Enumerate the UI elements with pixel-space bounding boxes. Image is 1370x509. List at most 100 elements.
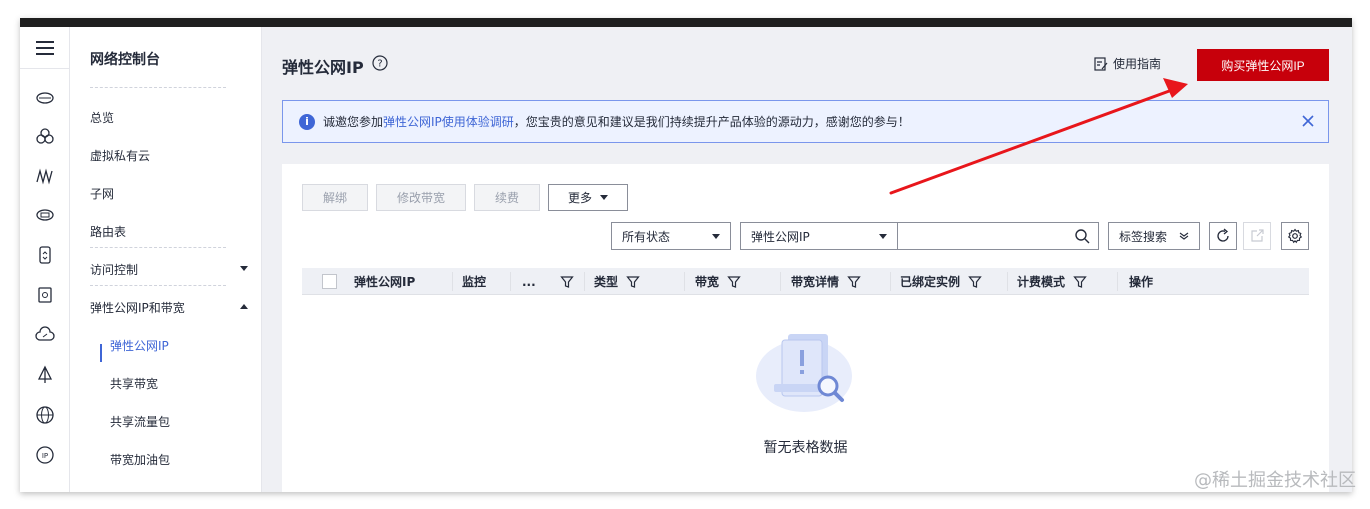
modify-bandwidth-button[interactable]: 修改带宽	[376, 184, 466, 211]
column-divider	[584, 272, 585, 291]
cloud-connect-icon[interactable]	[35, 325, 55, 345]
status-filter-select[interactable]: 所有状态	[611, 222, 731, 250]
notice-suffix: ，您宝贵的意见和建议是我们持续提升产品体验的源动力，感谢您的参与！	[513, 115, 910, 129]
nav-item-eip[interactable]: 弹性公网IP	[110, 337, 169, 354]
col-bound-instance[interactable]: 已绑定实例	[900, 268, 982, 295]
column-divider	[890, 272, 891, 291]
nav-item-subnet[interactable]: 子网	[90, 185, 114, 202]
svg-text:?: ?	[377, 59, 382, 70]
nav-item-vpc[interactable]: 虚拟私有云	[90, 147, 150, 164]
chevron-up-icon[interactable]	[240, 304, 248, 309]
help-icon[interactable]: ?	[372, 55, 388, 71]
divider	[90, 87, 226, 88]
search-field-value: 弹性公网IP	[751, 229, 810, 244]
column-divider	[510, 272, 511, 291]
column-divider	[780, 272, 781, 291]
col-billing[interactable]: 计费模式	[1017, 268, 1087, 295]
more-label: 更多	[567, 191, 592, 205]
nav-item-bandwidth-addon[interactable]: 带宽加油包	[110, 451, 170, 468]
col-type-label: 类型	[594, 275, 619, 289]
network-console-nav: 网络控制台 总览 虚拟私有云 子网 路由表 访问控制 弹性公网IP和带宽 弹性公…	[70, 27, 262, 492]
nav-title: 网络控制台	[90, 52, 160, 68]
ip-icon[interactable]: IP	[35, 445, 55, 465]
filter-icon[interactable]	[1073, 275, 1087, 289]
table-header: 弹性公网IP 监控 ... 类型 带宽 带宽详情 已绑定实例 计费模式 操作	[302, 268, 1309, 295]
menu-icon[interactable]	[20, 27, 70, 69]
col-type[interactable]: 类型	[594, 268, 640, 295]
filter-icon[interactable]	[559, 275, 574, 289]
notice-prefix: 诚邀您参加	[323, 115, 384, 129]
survey-link[interactable]: 弹性公网IP使用体验调研	[383, 113, 514, 130]
refresh-button[interactable]	[1209, 222, 1237, 250]
column-divider	[684, 272, 685, 291]
nav-item-shared-bandwidth[interactable]: 共享带宽	[110, 375, 158, 392]
nav-item-shared-data-package[interactable]: 共享流量包	[110, 413, 170, 430]
filter-icon[interactable]	[727, 275, 741, 289]
console-window: IP 网络控制台 总览 虚拟私有云 子网 路由表 访问控制 弹性公网IP和带宽 …	[20, 18, 1352, 492]
search-icon[interactable]	[1074, 228, 1090, 244]
search-input[interactable]	[898, 222, 1099, 250]
survey-notice: i 诚邀您参加 弹性公网IP使用体验调研 ，您宝贵的意见和建议是我们持续提升产品…	[282, 100, 1329, 143]
nav-item-overview[interactable]: 总览	[90, 109, 114, 126]
divider	[90, 247, 226, 248]
export-button[interactable]	[1243, 222, 1271, 250]
cloud-eip-icon[interactable]	[35, 87, 55, 107]
col-bandwidth-detail-label: 带宽详情	[791, 275, 840, 289]
nav-item-eip-bandwidth[interactable]: 弹性公网IP和带宽	[90, 299, 185, 316]
col-monitor[interactable]: 监控	[462, 268, 486, 295]
col-operation-label: 操作	[1129, 275, 1154, 289]
col-eip-label: 弹性公网IP	[354, 275, 416, 289]
renew-button[interactable]: 续费	[474, 184, 540, 211]
refresh-icon	[1217, 228, 1229, 242]
service-icon-rail: IP	[20, 27, 70, 492]
filter-icon[interactable]	[968, 275, 982, 289]
svg-text:IP: IP	[42, 452, 48, 460]
chevron-down-icon[interactable]	[240, 266, 248, 271]
nav-item-access-control[interactable]: 访问控制	[90, 261, 138, 278]
security-icon[interactable]	[35, 285, 55, 305]
user-guide-label: 使用指南	[1113, 57, 1162, 71]
more-dropdown[interactable]: 更多	[548, 184, 628, 211]
col-billing-label: 计费模式	[1017, 275, 1066, 289]
col-bandwidth[interactable]: 带宽	[695, 268, 741, 295]
unbind-button[interactable]: 解绑	[302, 184, 368, 211]
tag-search-button[interactable]: 标签搜索	[1108, 222, 1200, 250]
settings-button[interactable]	[1281, 222, 1309, 250]
caret-down-icon	[712, 233, 720, 239]
buy-eip-button[interactable]: 购买弹性公网IP	[1197, 49, 1329, 81]
status-filter-value: 所有状态	[622, 229, 671, 244]
nav-item-route-table[interactable]: 路由表	[90, 223, 126, 240]
filter-icon[interactable]	[626, 275, 640, 289]
vpc-cluster-icon[interactable]	[35, 126, 55, 146]
info-icon: i	[299, 113, 315, 130]
close-icon[interactable]	[1300, 113, 1316, 129]
col-bound-instance-label: 已绑定实例	[900, 275, 961, 289]
gateway-icon[interactable]	[35, 205, 55, 225]
divider	[90, 285, 226, 286]
caret-down-icon	[600, 195, 608, 200]
column-divider	[452, 272, 453, 291]
tag-search-label: 标签搜索	[1119, 229, 1168, 244]
col-operation: 操作	[1129, 268, 1153, 295]
globe-icon[interactable]	[35, 405, 55, 425]
sail-icon[interactable]	[35, 365, 55, 385]
search-field-select[interactable]: 弹性公网IP	[740, 222, 898, 250]
column-divider	[1007, 272, 1008, 291]
col-eip[interactable]: 弹性公网IP	[354, 268, 415, 295]
col-more-label: ...	[522, 274, 536, 289]
guide-edit-icon	[1094, 56, 1108, 71]
empty-state-text: 暂无表格数据	[763, 440, 848, 456]
caret-down-icon	[879, 233, 887, 239]
bandwidth-icon[interactable]	[35, 166, 55, 186]
filter-icon[interactable]	[847, 275, 861, 289]
double-chevron-down-icon	[1179, 232, 1189, 240]
col-more[interactable]: ...	[522, 268, 574, 295]
user-guide-link[interactable]: 使用指南	[1094, 55, 1161, 72]
active-indicator	[100, 344, 102, 362]
watermark: @稀土掘金技术社区	[1194, 470, 1356, 491]
col-bandwidth-detail[interactable]: 带宽详情	[791, 268, 861, 295]
export-icon	[1251, 229, 1264, 242]
select-all-checkbox[interactable]	[322, 274, 337, 289]
router-icon[interactable]	[35, 245, 55, 265]
column-divider	[1117, 272, 1118, 291]
